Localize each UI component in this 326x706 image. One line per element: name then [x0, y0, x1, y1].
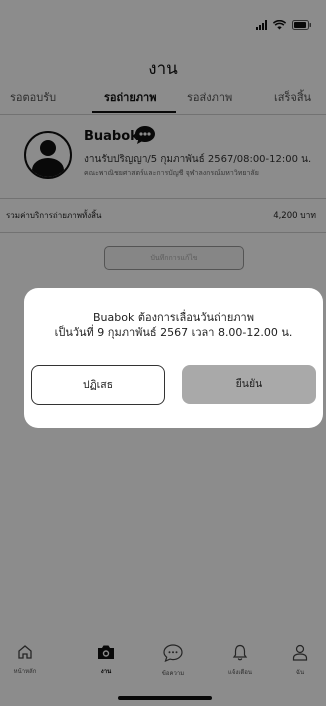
reschedule-message-line1: Buabok ต้องการเลื่อนวันถ่ายภาพ: [93, 311, 254, 324]
reschedule-dialog: Buabok ต้องการเลื่อนวันถ่ายภาพ เป็นวันที…: [24, 288, 323, 428]
reject-button[interactable]: ปฏิเสธ: [31, 365, 165, 405]
confirm-button[interactable]: ยืนยัน: [182, 365, 316, 404]
app-screen: งาน รอตอบรับ รอถ่ายภาพ รอส่งภาพ เสร็จสิ้…: [0, 0, 326, 706]
reschedule-message-line2: เป็นวันที่ 9 กุมภาพันธ์ 2567 เวลา 8.00-1…: [54, 326, 293, 339]
reschedule-message: Buabok ต้องการเลื่อนวันถ่ายภาพ เป็นวันที…: [24, 310, 323, 340]
